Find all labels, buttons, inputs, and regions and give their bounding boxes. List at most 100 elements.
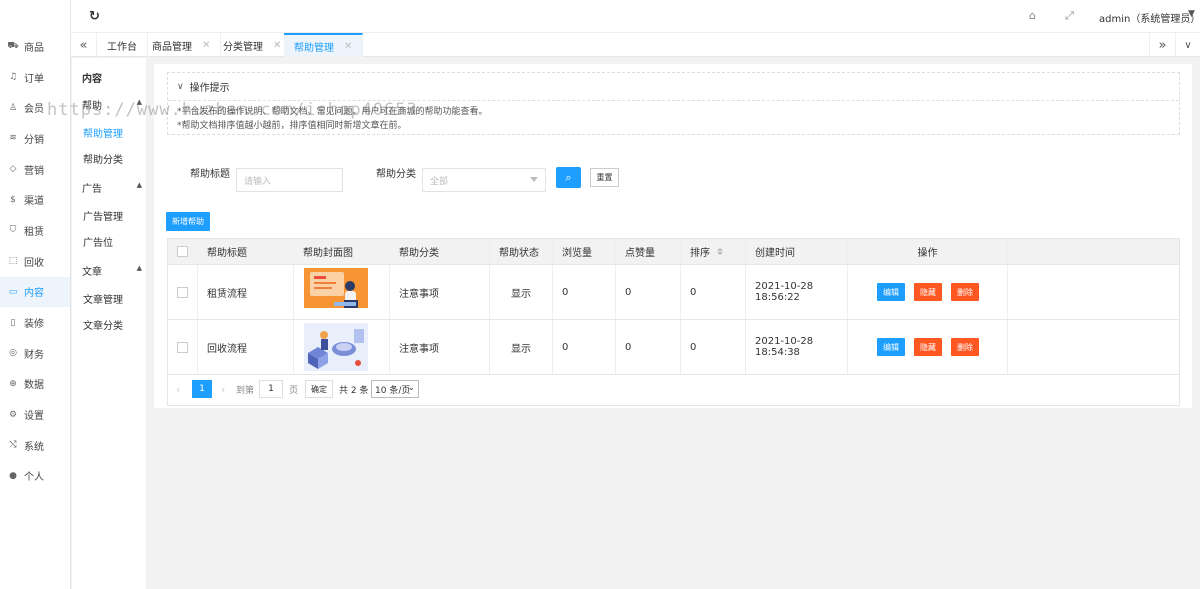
category-select[interactable]: 全部: [422, 168, 546, 192]
sidebar-item-channels[interactable]: $ 渠道: [0, 184, 70, 215]
caret-up-icon: ▲: [136, 264, 142, 272]
search-button[interactable]: ⌕: [556, 167, 581, 188]
submenu-item-help-category[interactable]: 帮助分类: [83, 151, 123, 166]
globe-icon: ⊕: [9, 378, 17, 389]
tips-header[interactable]: ∨ 操作提示: [168, 73, 1179, 101]
submenu-item-article-management[interactable]: 文章管理: [83, 291, 123, 306]
page-size-select[interactable]: 10 条/页 ⌄: [371, 380, 419, 398]
tab-label: 商品管理: [152, 41, 192, 53]
sidebar-item-rental[interactable]: ⛉ 租赁: [0, 215, 70, 246]
page-unit-label: 页: [289, 386, 299, 396]
user-menu[interactable]: admin（系统管理员）: [1099, 10, 1200, 25]
sidebar-item-label: 回收: [24, 257, 44, 269]
gear-icon: ⚙: [8, 409, 18, 420]
chevron-down-icon[interactable]: ∨: [1175, 33, 1200, 57]
column-header: 帮助标题: [198, 239, 294, 264]
help-category-cell: 注意事项: [390, 320, 490, 374]
sidebar-item-orders[interactable]: ♫ 订单: [0, 62, 70, 93]
delete-button[interactable]: 删除: [951, 283, 979, 301]
person-icon: ●: [9, 470, 17, 481]
select-all-checkbox[interactable]: [177, 246, 188, 257]
add-help-button[interactable]: 新增帮助: [166, 212, 210, 231]
submenu-item-ad-management[interactable]: 广告管理: [83, 208, 123, 223]
tag-icon[interactable]: ⌂: [1029, 9, 1036, 22]
sidebar-item-label: 数据: [24, 380, 44, 392]
close-icon[interactable]: ✕: [273, 40, 281, 51]
pagination: ‹ 1 › 到第 1 页 确定 共 2 条 10 条/页 ⌄: [168, 375, 1179, 405]
sidebar-item-content[interactable]: ▭ 内容: [0, 276, 70, 308]
layers-icon: ≋: [9, 133, 17, 144]
sidebar-item-distribution[interactable]: ≋ 分销: [0, 123, 70, 154]
title-search-input[interactable]: 请输入: [236, 168, 343, 192]
caret-down-icon[interactable]: ▼: [1188, 9, 1195, 19]
close-icon[interactable]: ✕: [202, 40, 210, 51]
column-header-label: 排序: [690, 248, 710, 259]
column-header: 创建时间: [746, 239, 848, 264]
help-category-cell: 注意事项: [390, 265, 490, 319]
sidebar-item-personal[interactable]: ● 个人: [0, 461, 70, 492]
tabs-scroll-right-icon[interactable]: »: [1149, 33, 1175, 57]
refresh-icon[interactable]: ↻: [89, 9, 100, 24]
submenu-group-label: 帮助: [82, 101, 102, 112]
column-header: 帮助状态: [490, 239, 553, 264]
sort-icon[interactable]: [717, 248, 723, 255]
sidebar-item-members[interactable]: ♙ 会员: [0, 92, 70, 123]
sidebar-item-label: 租赁: [24, 226, 44, 238]
sidebar-item-finance[interactable]: ◎ 财务: [0, 338, 70, 369]
diamond-icon: ◇: [9, 164, 17, 175]
edit-button[interactable]: 编辑: [877, 338, 905, 356]
created-time-cell: 2021-10-28 18:54:38: [746, 320, 848, 374]
row-checkbox[interactable]: [177, 286, 188, 298]
hide-button[interactable]: 隐藏: [914, 283, 942, 301]
sidebar-item-label: 订单: [24, 73, 44, 85]
main-panel: ∨ 操作提示 *平台发布的操作说明、帮助文档、常见问题。用户可在商城的帮助功能查看…: [154, 64, 1192, 408]
sort-column-header[interactable]: 排序: [681, 239, 746, 264]
edit-button[interactable]: 编辑: [877, 283, 905, 301]
sidebar-item-goods[interactable]: ⛟ 商品: [0, 31, 70, 62]
submenu-group-articles[interactable]: 文章 ▲: [82, 263, 142, 278]
close-icon[interactable]: ✕: [344, 41, 352, 52]
cover-image[interactable]: [304, 323, 368, 371]
tab-goods-management[interactable]: 商品管理 ✕: [142, 33, 222, 57]
sidebar-item-data[interactable]: ⊕ 数据: [0, 369, 70, 400]
goto-confirm-button[interactable]: 确定: [305, 380, 333, 398]
tab-label: 工作台: [107, 41, 137, 53]
submenu-item-help-management[interactable]: 帮助管理: [83, 125, 123, 140]
submenu-group-ads[interactable]: 广告 ▲: [82, 180, 142, 195]
sidebar-item-label: 财务: [24, 349, 44, 361]
sidebar-item-label: 商品: [24, 42, 44, 54]
submenu-item-article-category[interactable]: 文章分类: [83, 317, 123, 332]
tab-help-management[interactable]: 帮助管理 ✕: [284, 33, 364, 57]
submenu-group-help[interactable]: 帮助 ▲: [82, 97, 142, 112]
chevron-down-icon: ∨: [177, 81, 184, 92]
tab-workbench[interactable]: 工作台: [97, 33, 148, 57]
actions-cell: 编辑 隐藏 删除: [848, 265, 1008, 319]
cover-image[interactable]: [304, 268, 368, 316]
submenu-item-ad-position[interactable]: 广告位: [83, 234, 113, 249]
tabs-scroll-left-icon[interactable]: «: [71, 33, 97, 57]
current-page-button[interactable]: 1: [192, 380, 212, 398]
row-select-cell: [168, 265, 198, 319]
sort-cell: 0: [681, 265, 746, 319]
sidebar-item-settings[interactable]: ⚙ 设置: [0, 399, 70, 430]
shield-icon: ⛉: [9, 225, 17, 236]
goto-page-input[interactable]: 1: [259, 380, 283, 398]
reset-button[interactable]: 重置: [590, 168, 619, 187]
tab-category-management[interactable]: 分类管理 ✕: [213, 33, 293, 57]
sidebar-item-label: 个人: [24, 472, 44, 484]
delete-button[interactable]: 删除: [951, 338, 979, 356]
prev-page-icon[interactable]: ‹: [176, 383, 180, 396]
row-checkbox[interactable]: [177, 341, 188, 353]
fullscreen-icon[interactable]: ⤢: [1065, 9, 1074, 23]
next-page-icon[interactable]: ›: [221, 383, 225, 396]
hide-button[interactable]: 隐藏: [914, 338, 942, 356]
sidebar-item-system[interactable]: ⤭ 系统: [0, 430, 70, 461]
sidebar-item-recycle[interactable]: ⬚ 回收: [0, 246, 70, 277]
category-select-value: 全部: [430, 176, 449, 187]
table-header: 帮助标题 帮助封面图 帮助分类 帮助状态 浏览量 点赞量 排序 创建时间 操作: [168, 239, 1179, 265]
sidebar-item-marketing[interactable]: ◇ 营销: [0, 154, 70, 185]
sidebar-item-decoration[interactable]: ▯ 装修: [0, 307, 70, 338]
created-time-cell: 2021-10-28 18:56:22: [746, 265, 848, 319]
sidebar-item-label: 会员: [24, 104, 44, 116]
shuffle-icon: ⤭: [9, 440, 17, 451]
